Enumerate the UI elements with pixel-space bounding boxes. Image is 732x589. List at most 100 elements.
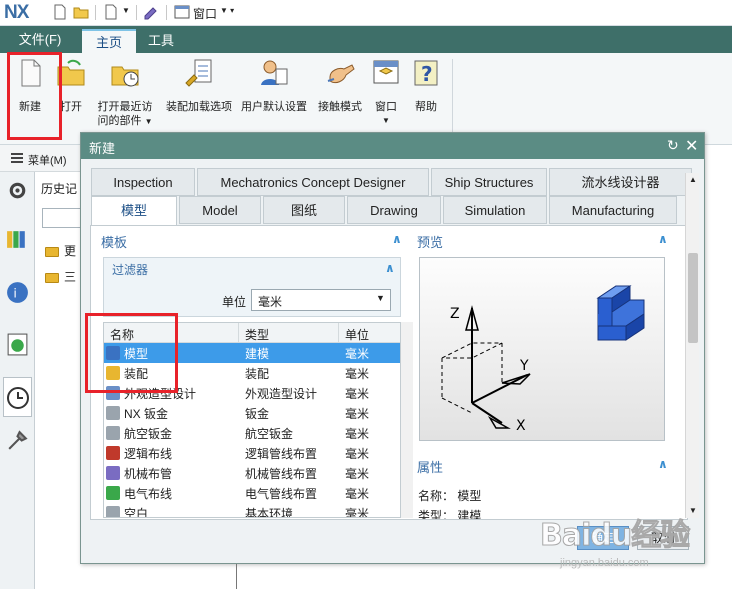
tab-home[interactable]: 主页: [82, 29, 136, 53]
cell-name: 航空钣金: [124, 427, 173, 441]
watermark-url: jingyan.baidu.com: [560, 557, 649, 569]
cell-name: 逻辑布线: [124, 447, 173, 461]
property-type-row: 类型： 建模: [418, 507, 481, 519]
clock-icon: [7, 387, 29, 409]
cell-name: 电气布线: [124, 487, 173, 501]
gear-icon[interactable]: [5, 178, 30, 203]
column-header-type[interactable]: 类型: [239, 323, 339, 343]
close-icon[interactable]: ✕: [685, 136, 698, 156]
new-file-icon[interactable]: [52, 4, 68, 20]
table-row[interactable]: 航空钣金 航空钣金 毫米: [104, 423, 400, 443]
cell-unit: 毫米: [345, 447, 370, 461]
web-browser-icon[interactable]: [5, 332, 30, 357]
help-label: 帮助: [415, 101, 437, 113]
tab-tools[interactable]: 工具: [138, 29, 184, 53]
cell-type: 外观造型设计: [245, 387, 318, 401]
table-scrollbar[interactable]: [401, 322, 413, 518]
window-icon[interactable]: [174, 4, 190, 20]
chevron-down-icon[interactable]: ▼: [122, 6, 130, 15]
history-row-label: 更: [64, 244, 77, 258]
quick-access-toolbar: NX ▼ 窗口 ▼ ▾: [0, 0, 732, 26]
cell-unit: 毫米: [345, 467, 370, 481]
roles-icon[interactable]: i: [5, 280, 30, 305]
history-title: 历史记: [41, 182, 78, 196]
assembly-load-options-button[interactable]: 装配加载选项: [163, 57, 235, 114]
cell-type: 钣金: [245, 407, 270, 421]
property-value: 模型: [457, 489, 482, 503]
template-icon: [106, 506, 120, 517]
table-row[interactable]: 逻辑布线 逻辑管线布置 毫米: [104, 443, 400, 463]
scrollbar-thumb[interactable]: [688, 253, 698, 343]
history-row[interactable]: 三: [45, 268, 76, 285]
reset-icon[interactable]: ↻: [667, 137, 679, 154]
recent-parts-label-1: 打开最近访: [97, 101, 153, 113]
menu-icon[interactable]: [10, 152, 24, 164]
dialog-scrollbar[interactable]: ▲ ▼: [685, 173, 699, 518]
cell-unit: 毫米: [345, 387, 370, 401]
tab-model-cn[interactable]: 模型: [91, 196, 177, 226]
tools-icon[interactable]: [5, 428, 30, 453]
history-tab[interactable]: [3, 377, 32, 417]
history-row[interactable]: 更: [45, 242, 76, 259]
touch-mode-button[interactable]: 接触模式: [315, 57, 365, 114]
table-row[interactable]: 机械布管 机械管线布置 毫米: [104, 463, 400, 483]
cell-unit: 毫米: [345, 347, 370, 361]
tab-simulation[interactable]: Simulation: [443, 196, 547, 224]
user-defaults-icon: [261, 60, 288, 85]
tab-model[interactable]: Model: [179, 196, 261, 224]
collapse-icon[interactable]: ∧: [658, 232, 668, 246]
tab-ship-structures[interactable]: Ship Structures: [431, 168, 547, 196]
axis-y-label: Y: [519, 358, 529, 374]
properties-title: 属性: [417, 460, 444, 475]
chevron-down-icon[interactable]: ▼ ▾: [220, 6, 234, 15]
page-icon[interactable]: [103, 4, 119, 20]
menu-button[interactable]: 菜单(M): [28, 152, 67, 168]
property-key: 名称：: [418, 489, 455, 503]
collapse-icon[interactable]: ∧: [385, 261, 395, 275]
brush-icon[interactable]: [143, 4, 159, 20]
folder-icon: [45, 272, 59, 283]
help-button[interactable]: ? 帮助: [409, 57, 443, 114]
history-row-label: 三: [64, 270, 77, 284]
part-navigator-icon[interactable]: [5, 227, 30, 252]
chevron-down-icon: ▼: [376, 293, 385, 303]
table-row[interactable]: 空白 基本环境 毫米: [104, 503, 400, 518]
scroll-up-icon[interactable]: ▲: [689, 175, 697, 184]
resource-bar: i: [0, 172, 35, 589]
tab-drawing[interactable]: Drawing: [347, 196, 441, 224]
touch-mode-label: 接触模式: [318, 101, 362, 113]
table-row[interactable]: 电气布线 电气管线布置 毫米: [104, 483, 400, 503]
filter-title: 过滤器: [112, 263, 149, 277]
dialog-title-bar[interactable]: 新建 ↻ ✕: [81, 133, 704, 159]
recent-parts-button[interactable]: 打开最近访 问的部件 ▼: [92, 57, 158, 129]
cell-type: 装配: [245, 367, 270, 381]
tab-mechatronics[interactable]: Mechatronics Concept Designer: [197, 168, 429, 196]
column-header-unit[interactable]: 单位: [339, 323, 400, 343]
unit-select-value: 毫米: [258, 295, 283, 309]
template-icon: [106, 446, 120, 460]
svg-text:i: i: [13, 286, 16, 301]
history-search-input[interactable]: [42, 208, 82, 228]
tab-manufacturing[interactable]: Manufacturing: [549, 196, 677, 224]
window-button[interactable]: 窗口 ▼: [368, 57, 404, 128]
open-folder-icon[interactable]: [73, 4, 89, 20]
collapse-icon[interactable]: ∧: [658, 457, 668, 471]
tab-line-designer[interactable]: 流水线设计器: [549, 168, 692, 196]
table-row[interactable]: NX 钣金 钣金 毫米: [104, 403, 400, 423]
cell-type: 基本环境: [245, 507, 294, 518]
ribbon-separator: [452, 59, 453, 137]
tab-drawing-cn[interactable]: 图纸: [263, 196, 345, 224]
cell-name: NX 钣金: [124, 407, 169, 421]
cell-name: 机械布管: [124, 467, 173, 481]
collapse-icon[interactable]: ∧: [392, 232, 402, 246]
tab-inspection[interactable]: Inspection: [91, 168, 195, 196]
watermark-logo: Baidu经验: [540, 518, 691, 554]
property-value: 建模: [457, 509, 482, 519]
tab-file[interactable]: 文件(F): [0, 26, 80, 53]
axis-x-label: X: [516, 418, 526, 434]
templates-title: 模板: [101, 235, 128, 250]
cell-unit: 毫米: [345, 427, 370, 441]
user-defaults-button[interactable]: 用户默认设置: [238, 57, 310, 114]
window-menu-label[interactable]: 窗口: [193, 5, 217, 22]
unit-select[interactable]: 毫米 ▼: [251, 289, 391, 311]
